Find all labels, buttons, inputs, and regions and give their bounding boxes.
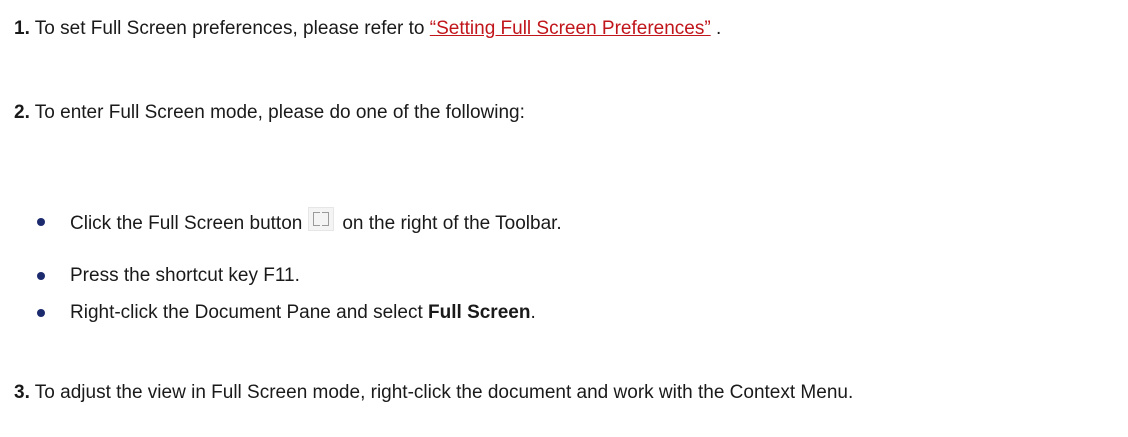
bullet-text: Click the Full Screen button on the right… (70, 207, 562, 239)
step-2-number: 2. (14, 102, 30, 123)
setting-full-screen-preferences-link[interactable]: “Setting Full Screen Preferences” (430, 18, 711, 39)
bullet-icon (37, 218, 45, 226)
step-3-text: To adjust the view in Full Screen mode, … (29, 382, 854, 403)
step-1-number: 1. (14, 18, 30, 39)
bullet-2-text: Press the shortcut key F11. (70, 265, 300, 286)
step-2-text: To enter Full Screen mode, please do one… (29, 102, 525, 123)
step-3-number: 3. (14, 382, 30, 403)
step-1-after: . (710, 18, 722, 39)
full-screen-bold: Full Screen (428, 302, 531, 323)
bullet-3-text: Right-click the Document Pane and select (70, 302, 429, 323)
bullet-3-after: . (530, 302, 536, 323)
step-1-text: To set Full Screen preferences, please r… (29, 18, 430, 39)
step-2: 2. To enter Full Screen mode, please do … (14, 98, 525, 128)
step-3: 3. To adjust the view in Full Screen mod… (14, 377, 1112, 408)
bullet-1-after: on the right of the Toolbar. (342, 213, 562, 234)
full-screen-icon[interactable] (308, 207, 335, 231)
bullet-icon (37, 272, 45, 280)
bullet-icon (37, 309, 45, 317)
bullet-1-text: Click the Full Screen button (70, 213, 303, 234)
step-1: 1. To set Full Screen preferences, pleas… (14, 14, 721, 44)
bullet-text: Right-click the Document Pane and select… (70, 298, 536, 328)
